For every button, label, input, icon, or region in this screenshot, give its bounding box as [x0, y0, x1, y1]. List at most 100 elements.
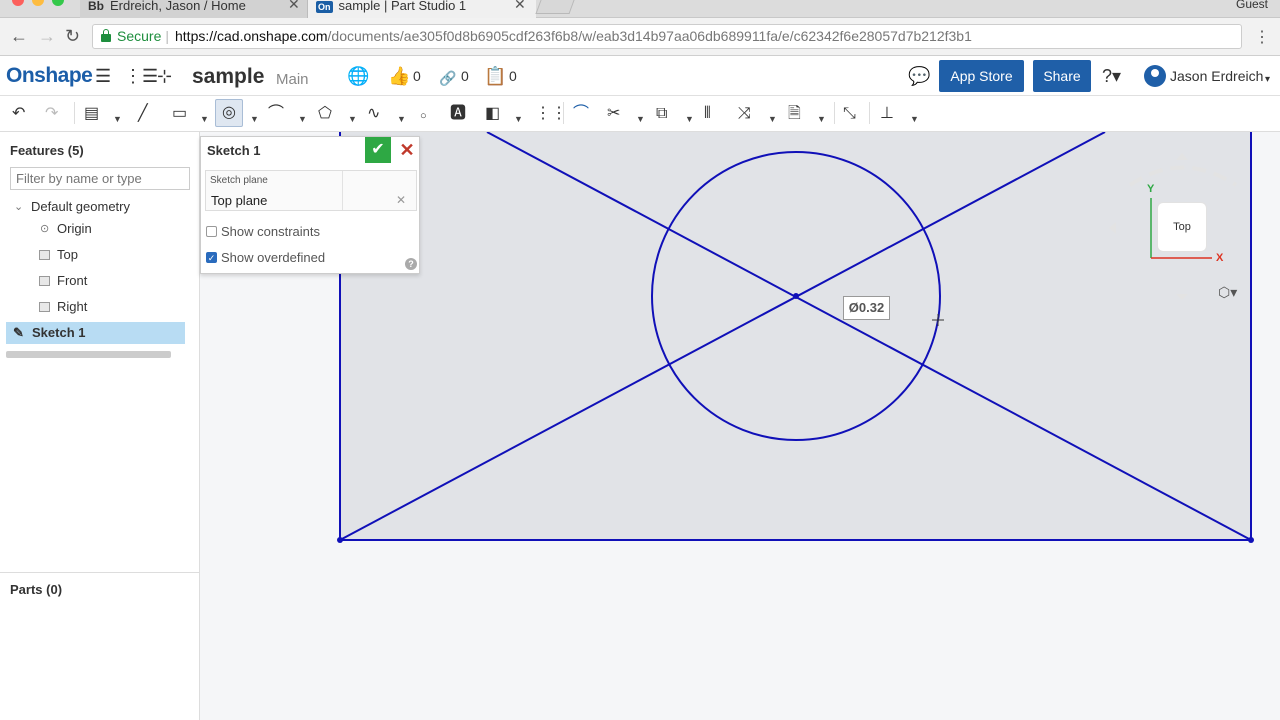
help-icon[interactable]: ?▾ [1102, 66, 1121, 86]
redo-icon[interactable]: ↷ [45, 104, 58, 124]
dxf-import-icon[interactable]: 🗎 [788, 104, 801, 124]
tree-item-right[interactable]: Right [6, 296, 185, 318]
link-icon[interactable]: 🔗 [439, 68, 456, 88]
hamburger-menu-icon[interactable]: ☰ [95, 66, 111, 86]
diameter-dimension-label[interactable]: Ø0.32 [843, 296, 890, 320]
sketch-vertex[interactable] [337, 537, 343, 543]
browser-address-bar: ← → ↻ Secure | https://cad.onshape.com/doc… [0, 18, 1280, 56]
origin-icon: ⊙ [40, 223, 50, 235]
show-overdefined-checkbox[interactable]: ✓ [206, 252, 217, 263]
circle-center-point[interactable] [793, 293, 799, 299]
browser-tab-home[interactable]: Bb Erdreich, Jason / Home ✕ [80, 0, 308, 18]
onshape-logo[interactable]: Onshape [6, 64, 93, 88]
chevron-down-icon[interactable]: ▼ [348, 109, 357, 129]
show-constraints-label[interactable]: Show constraints [221, 224, 320, 239]
chevron-down-icon[interactable]: ▾ [1265, 70, 1270, 90]
accept-check-icon[interactable]: ✔ [365, 137, 391, 163]
circle-tool-icon[interactable]: ◎ [215, 99, 243, 127]
secure-label: Secure [117, 28, 162, 44]
plane-icon [39, 302, 50, 312]
mirror-tool-icon[interactable]: ⫴ [704, 104, 711, 124]
polygon-tool-icon[interactable]: ⬠ [318, 104, 332, 124]
share-button[interactable]: Share [1033, 60, 1091, 92]
rectangle-tool-icon[interactable]: ▭ [172, 104, 187, 124]
chevron-down-icon[interactable]: ▼ [910, 109, 919, 129]
onshape-favicon-icon: On [316, 1, 333, 13]
close-tab-icon[interactable]: ✕ [514, 0, 526, 11]
fillet-tool-icon[interactable]: ⌒ [573, 104, 589, 124]
show-constraints-checkbox[interactable] [206, 226, 217, 237]
use-tool-icon[interactable]: ◧ [485, 104, 500, 124]
tree-item-label: Origin [57, 221, 92, 236]
reload-icon[interactable]: ↻ [65, 26, 80, 46]
point-tool-icon[interactable]: ○ [420, 106, 427, 126]
forward-arrow-icon[interactable]: → [38, 26, 56, 46]
blackboard-favicon-icon: Bb [88, 0, 104, 13]
user-menu[interactable]: Jason Erdreich [1170, 68, 1263, 84]
sketch-vertex[interactable] [1248, 537, 1254, 543]
offset-tool-icon[interactable]: ⧉ [656, 104, 667, 124]
clear-plane-icon[interactable]: ✕ [396, 193, 406, 207]
dimension-tool-icon[interactable]: ⤡ [843, 104, 856, 124]
chevron-down-icon[interactable]: ▼ [817, 109, 826, 129]
text-tool-icon[interactable]: 🅰 [450, 104, 466, 124]
user-avatar-icon[interactable] [1144, 65, 1166, 87]
tree-item-front[interactable]: Front [6, 270, 185, 292]
tree-item-top[interactable]: Top [6, 244, 185, 266]
globe-icon[interactable]: 🌐 [347, 66, 369, 86]
chevron-down-icon[interactable]: ▼ [200, 109, 209, 129]
back-arrow-icon[interactable]: ← [10, 26, 28, 46]
chevron-down-icon[interactable]: ▼ [685, 109, 694, 129]
chevron-down-icon[interactable]: ▼ [397, 109, 406, 129]
new-tab-button[interactable] [535, 0, 575, 14]
sketch-region [340, 132, 1251, 540]
line-tool-icon[interactable]: ╱ [138, 104, 148, 124]
help-icon[interactable]: ? [405, 258, 417, 270]
undo-icon[interactable]: ↶ [12, 104, 25, 124]
lock-icon [101, 29, 111, 42]
horizontal-scrollbar[interactable] [6, 351, 171, 358]
chevron-down-icon[interactable]: ▼ [298, 109, 307, 129]
transform-tool-icon[interactable]: ⤨ [738, 104, 751, 124]
browser-tab-part-studio[interactable]: On sample | Part Studio 1 ✕ [308, 0, 536, 18]
insert-feature-icon[interactable]: ⊹ [157, 66, 172, 86]
url-path: /documents/ae305f0d8b6905cdf263f6b8/w/ea… [327, 28, 972, 44]
chevron-down-icon[interactable]: ▼ [514, 109, 523, 129]
constraint-tool-icon[interactable]: ⊥ [880, 104, 894, 124]
tree-item-origin[interactable]: ⊙ Origin [6, 218, 185, 240]
maximize-window-button[interactable] [52, 0, 64, 6]
like-icon[interactable]: 👍 [388, 66, 410, 86]
tree-item-label: Default geometry [31, 199, 130, 214]
new-sketch-icon[interactable]: ▤ [84, 104, 99, 124]
arc-tool-icon[interactable]: ⌒ [268, 104, 284, 124]
show-overdefined-label[interactable]: Show overdefined [221, 250, 325, 265]
document-name[interactable]: sample [192, 65, 264, 89]
feature-filter-input[interactable] [10, 167, 190, 190]
tree-item-label: Front [57, 273, 88, 288]
spline-tool-icon[interactable]: ∿ [367, 104, 380, 124]
url-input[interactable]: Secure | https://cad.onshape.com/documents… [92, 24, 1242, 49]
copy-icon[interactable]: 📋 [484, 66, 506, 86]
sketch-plane-field[interactable]: Sketch plane Top plane ✕ [205, 170, 417, 211]
comments-icon[interactable]: 💬 [908, 66, 930, 86]
chevron-down-icon[interactable]: ▼ [768, 109, 777, 129]
app-store-button[interactable]: App Store [939, 60, 1024, 92]
render-mode-cube-icon[interactable]: ⬡▾ [1218, 284, 1237, 301]
browser-menu-icon[interactable]: ⋮ [1254, 27, 1270, 47]
chevron-down-icon[interactable]: ▼ [250, 109, 259, 129]
feature-list-icon[interactable]: ⋮☰ [124, 66, 158, 86]
parts-heading[interactable]: Parts (0) [10, 582, 62, 597]
guest-profile-label[interactable]: Guest [1236, 0, 1268, 11]
cancel-x-icon[interactable]: ✕ [395, 137, 419, 163]
chevron-down-icon[interactable]: ▼ [636, 109, 645, 129]
chevron-down-icon[interactable]: ⌄ [14, 196, 23, 218]
chevron-down-icon[interactable]: ▼ [113, 109, 122, 129]
close-tab-icon[interactable]: ✕ [288, 0, 300, 11]
minimize-window-button[interactable] [32, 0, 44, 6]
tree-item-sketch-1[interactable]: ✎ Sketch 1 [6, 322, 185, 344]
trim-tool-icon[interactable]: ✂ [607, 104, 620, 124]
close-window-button[interactable] [12, 0, 24, 6]
view-cube-top-face[interactable]: Top [1157, 202, 1207, 252]
tree-item-default-geometry[interactable]: ⌄ Default geometry [6, 196, 185, 218]
workspace-name[interactable]: Main [276, 71, 309, 88]
